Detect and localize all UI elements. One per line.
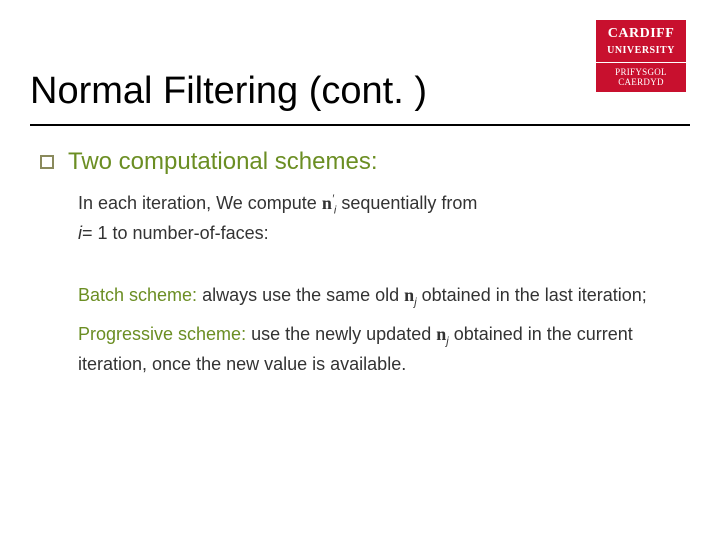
body-text: In each iteration, We compute n′i sequen… bbox=[78, 190, 662, 377]
section-bullet-row: Two computational schemes: bbox=[40, 148, 377, 176]
logo-line1: CARDIFF bbox=[608, 26, 675, 41]
batch-text-a: always use the same old bbox=[197, 285, 404, 305]
symbol-n-prime: n bbox=[322, 193, 332, 213]
batch-label: Batch scheme: bbox=[78, 285, 197, 305]
p1-text-b: sequentially from bbox=[336, 193, 477, 213]
logo-bottom: PRIFYSGOL CAERDYD bbox=[596, 63, 686, 92]
slide-title: Normal Filtering (cont. ) bbox=[30, 70, 427, 113]
batch-text-b: obtained in the last iteration; bbox=[417, 285, 647, 305]
logo-line3: PRIFYSGOL bbox=[615, 67, 667, 77]
university-logo: CARDIFF UNIVERSITY PRIFYSGOL CAERDYD bbox=[596, 20, 686, 92]
bullet-box-icon bbox=[40, 155, 54, 169]
paragraph-batch: Batch scheme: always use the same old nj… bbox=[78, 282, 662, 312]
p1-text-c: = 1 to number-of-faces: bbox=[82, 223, 269, 243]
p1-text-a: In each iteration, We compute bbox=[78, 193, 322, 213]
paragraph-progressive: Progressive scheme: use the newly update… bbox=[78, 321, 662, 377]
logo-line4: CAERDYD bbox=[618, 77, 664, 87]
title-underline bbox=[30, 124, 690, 126]
logo-top: CARDIFF UNIVERSITY bbox=[596, 20, 686, 63]
prog-symbol-n: n bbox=[436, 324, 446, 344]
symbol-prime: ′ bbox=[332, 193, 334, 205]
progressive-label: Progressive scheme: bbox=[78, 324, 246, 344]
paragraph-intro: In each iteration, We compute n′i sequen… bbox=[78, 190, 662, 246]
prog-text-a: use the newly updated bbox=[246, 324, 436, 344]
batch-symbol-n: n bbox=[404, 285, 414, 305]
section-label: Two computational schemes: bbox=[68, 148, 377, 176]
logo-line2: UNIVERSITY bbox=[607, 45, 675, 56]
